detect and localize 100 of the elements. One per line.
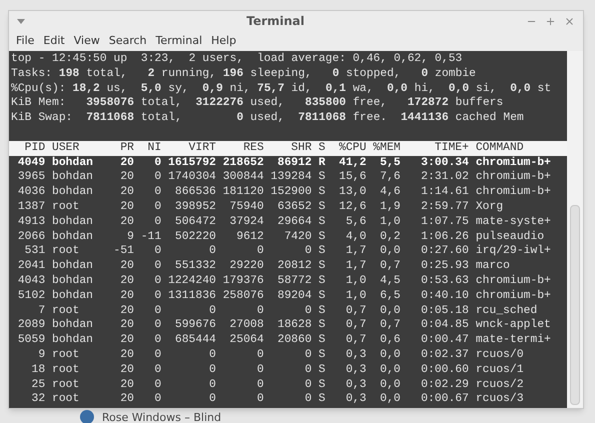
table-cell-text: 0,7 [344,333,366,348]
table-cell-text: 0,7 [379,259,401,274]
column-header: %CPU [338,140,366,156]
column-header: RES [242,140,264,156]
app-icon [80,410,94,423]
table-cell-text: 0,6 [379,333,401,348]
table-cell-text: 20 [119,259,134,274]
table-cell-text: 0 [153,362,162,378]
table-cell-text: 0:25.93 [420,259,469,274]
table-cell-text: 2041 [16,259,46,274]
column-header: VIRT [188,140,216,156]
close-icon[interactable] [564,16,575,26]
scrollbar[interactable] [567,51,583,408]
table-cell: marco [476,259,510,274]
table-cell: pulseaudio [476,230,544,244]
dropdown-icon[interactable] [17,18,25,24]
table-cell-text: 12,6 [338,200,366,215]
table-cell-text: 20812 [276,259,312,274]
maximize-icon[interactable] [545,16,556,26]
table-cell-text: 0,0 [379,304,401,318]
table-cell-text: 0,7 [379,318,401,334]
table-cell-text: 5,6 [344,214,366,230]
table-cell-text: 4049 [16,156,46,170]
table-cell-text: S [318,170,326,186]
table-cell-text: 18 [30,362,46,378]
table-cell-text: 1,0 [379,214,401,230]
table-cell-text: S [318,378,326,392]
table-cell-text: 0 [304,348,312,363]
table-cell-text: 20 [119,288,134,304]
table-cell-text: 4,0 [344,230,366,244]
table-cell-text: 152900 [270,185,312,200]
table-cell-text: 5,5 [379,156,401,170]
table-cell-text: 506472 [174,214,216,230]
menu-item[interactable]: File [13,32,38,50]
table-cell: wnck-applet [476,318,551,334]
menu-item[interactable]: Edit [40,32,68,50]
table-cell-text: S [318,288,326,304]
table-cell-text: 1,7 [344,259,366,274]
table-cell-text: -11 [140,230,162,244]
table-cell-text: 0 [256,244,264,260]
table-cell-text: 0 [256,304,264,318]
table-cell-text: 0 [304,362,312,378]
table-cell-text: 0 [208,304,216,318]
table-cell-text: S [318,318,326,334]
table-cell-text: 6,5 [379,288,401,304]
table-cell-text: 531 [24,244,46,260]
table-cell-text: 29664 [276,214,312,230]
table-cell-text: 5102 [16,288,46,304]
table-cell-text: 9612 [236,230,264,244]
table-cell-text: S [318,362,326,378]
table-cell-text: 0 [304,378,312,392]
table-cell-text: 1311836 [167,288,216,304]
table-cell-text: 218652 [222,156,264,170]
table-cell-text: 1740304 [167,170,216,186]
table-cell-text: 0 [153,348,162,363]
table-cell-text: 1224240 [167,274,216,289]
table-cell: rcuos/0 [476,348,524,363]
table-cell-text: 20 [119,304,134,318]
table-cell-text: 0:05.18 [420,304,469,318]
table-cell-text: 0,2 [379,230,401,244]
table-cell-text: 20 [119,274,134,289]
table-cell-text: 25064 [228,333,264,348]
table-cell-text: 0:40.10 [420,288,469,304]
table-cell-text: 0 [153,244,162,260]
table-cell-text: 0,0 [379,362,401,378]
table-cell-text: 0 [153,392,162,408]
table-cell-text: 0,3 [344,392,366,408]
window-title: Terminal [245,13,306,30]
menu-item[interactable]: Terminal [152,32,206,50]
column-header: SHR [290,140,312,156]
table-cell-text: 685444 [174,333,216,348]
table-cell-text: S [318,348,326,363]
column-header: PR [119,140,134,156]
table-cell-text: bohdan [52,156,94,170]
table-cell-text: 0:02.37 [420,348,469,363]
table-cell-text: root [52,348,80,363]
table-cell-text: 599676 [174,318,216,334]
table-cell-text: 27008 [228,318,264,334]
table-cell-text: root [52,200,80,215]
table-cell-text: 866536 [174,185,216,200]
table-cell-text: bohdan [52,288,94,304]
menu-item[interactable]: View [70,32,103,50]
table-cell-text: 0 [153,288,162,304]
menu-item[interactable]: Help [208,32,240,50]
table-cell-text: 20 [119,378,134,392]
table-cell-text: 20 [119,200,134,215]
table-cell-text: 0:00.60 [420,362,469,378]
summary-line: %Cpu(s): 18,2 us, 5,0 sy, 0,9 ni, 75,7 id, 0,1 wa, 0,0 hi, 0,0 si, 0,0 st [11,82,552,96]
table-cell-text: 1:06.26 [420,230,469,244]
table-cell-text: 0 [153,214,162,230]
table-cell-text: 75940 [228,200,264,215]
table-cell: mate-termi+ [476,333,551,348]
table-cell-text: 15,6 [338,170,366,186]
table-cell-text: 0,3 [344,348,366,363]
table-cell-text: 41,2 [338,156,366,170]
table-cell-text: 9 [126,230,134,244]
table-cell-text: 0 [153,333,162,348]
table-cell-text: 300844 [222,170,264,186]
table-cell-text: 179376 [222,274,264,289]
menu-item[interactable]: Search [106,32,150,50]
